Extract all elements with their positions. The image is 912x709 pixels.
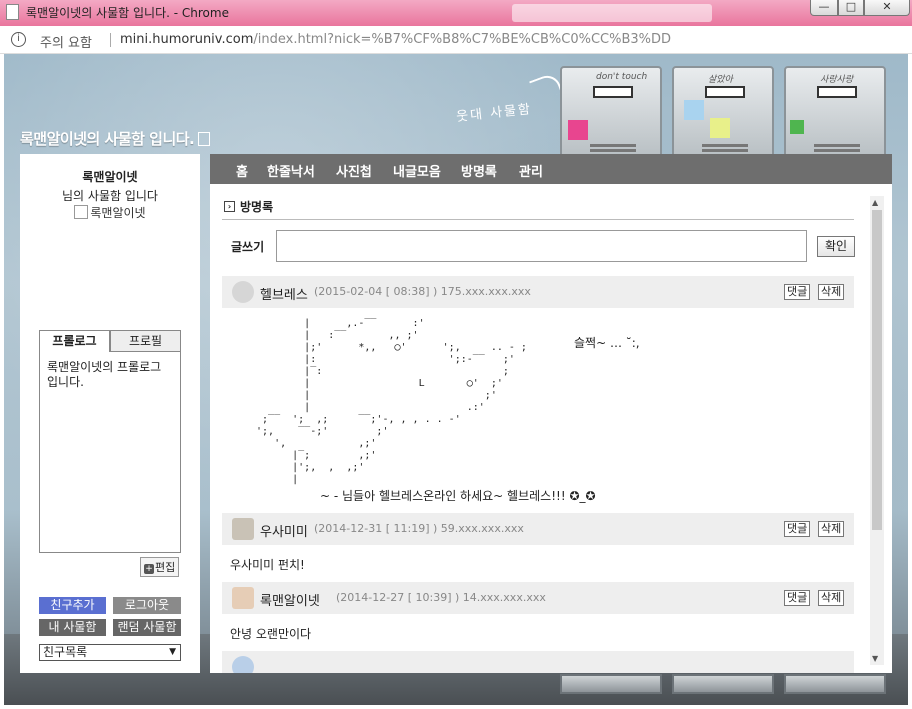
titlebar-highlight [512,4,712,22]
sticker-icon [568,120,588,140]
tab-profile[interactable]: 프로필 [110,330,181,352]
locker-slot [593,86,633,98]
user-avatar-icon [232,587,254,609]
entry-header: 헬브레스 (2015-02-04 [ 08:38] ) 175.xxx.xxx.… [222,276,854,308]
reply-button[interactable]: 댓글 [784,590,811,606]
locker-scribble: 사랑사랑 [820,75,854,85]
locker-scribble: 살았아 [708,75,733,85]
entry-header: 우사미미 (2014-12-31 [ 11:19] ) 59.xxx.xxx.x… [222,513,854,545]
locker-slot [705,86,745,98]
url-path: /index.html?nick=%B7%CF%B8%C7%BE%CB%C0%C… [253,32,672,47]
section-title-text: 방명록 [240,200,274,214]
entry-body: ~ - 님들아 헬브레스온라인 하세요~ 헬브레스!!! ✪_✪ [320,489,596,503]
profile-panel: 록맨알이넷 님의 사물함 입니다 록맨알이넷 프롤로그 프로필 록맨알이넷의 프… [20,154,200,673]
owner-name: 록맨알이넷 [82,170,138,184]
entry-author[interactable]: 록맨알이넷 [260,590,320,609]
locker-base [672,674,774,694]
entry-author[interactable]: 헬브레스 [260,284,308,303]
entry-header [222,651,854,673]
sticky-note-icon [710,118,730,138]
locker-1: don't touch [560,66,662,158]
nav-photo-album[interactable]: 사진첩 [336,161,372,180]
friend-list-select[interactable]: 친구목록 ▼ [39,644,181,661]
page-icon [6,4,19,20]
prologue-text: 록맨알이넷의 프롤로그 입니다. [39,352,181,553]
scroll-down-icon[interactable]: ▼ [872,654,878,663]
write-label: 글쓰기 [231,240,265,254]
nav-oneline[interactable]: 한줄낙서 [267,161,315,180]
plus-icon: + [144,564,154,574]
locker-base [560,674,662,694]
entry-author[interactable]: 우사미미 [260,521,308,540]
nav-guestbook[interactable]: 방명록 [461,161,497,180]
ascii-art: | ,.-‾‾ :' | :‾‾ ,, ;' |;' *,, ◯' ';, ..… [256,318,527,485]
entry-meta: (2014-12-31 [ 11:19] ) 59.xxx.xxx.xxx [314,522,524,535]
address-bar[interactable]: i 주의 요함 mini.humoruniv.com/index.html?ni… [0,26,912,54]
scroll-up-icon[interactable]: ▲ [872,198,878,207]
nav-home[interactable]: 홈 [236,161,248,180]
entry-body: 우사미미 펀치! [230,558,305,572]
entry-body-right: 슬쩍~ … ˘:, [574,336,640,350]
nav-manage[interactable]: 관리 [519,161,543,180]
bullet-icon: › [224,201,235,212]
reply-button[interactable]: 댓글 [784,521,811,537]
main-panel: 홈 한줄낙서 사진첩 내글모음 방명록 관리 › 방명록 글쓰기 확인 헬브레스 … [210,154,892,673]
url-host: mini.humoruniv.com [120,32,254,47]
url-text[interactable]: mini.humoruniv.com/index.html?nick=%B7%C… [120,32,671,47]
scrollbar[interactable]: ▲ ▼ [870,196,884,665]
nav-bar: 홈 한줄낙서 사진첩 내글모음 방명록 관리 [210,154,892,184]
friend-list-value: 친구목록 [43,645,88,659]
maximize-button[interactable]: □ [838,0,864,16]
close-button[interactable]: ✕ [864,0,910,16]
entry-header: 록맨알이넷 (2014-12-27 [ 10:39] ) 14.xxx.xxx.… [222,582,854,614]
logout-button[interactable]: 로그아웃 [113,597,181,614]
user-avatar-icon [232,656,254,673]
edit-label: 편집 [155,561,176,574]
user-avatar-icon [232,281,254,303]
minimize-button[interactable]: — [810,0,838,16]
sticky-note-icon [684,100,704,120]
divider [110,33,111,47]
site-title-text: 록맨알이넷의 사물함 입니다. [20,130,195,148]
window-titlebar: 록맨알이넷의 사물함 입니다. - Chrome — □ ✕ [0,0,912,26]
sticker-icon [790,120,804,134]
chevron-down-icon: ▼ [169,647,176,657]
locker-base [784,674,886,694]
entry-meta: (2014-12-27 [ 10:39] ) 14.xxx.xxx.xxx [336,591,546,604]
owner-subtitle: 님의 사물함 입니다 [62,189,158,203]
locker-scribble: don't touch [596,72,648,82]
locker-slot [817,86,857,98]
edit-button[interactable]: + 편집 [140,557,180,577]
avatar: 록맨알이넷 [20,204,200,221]
add-friend-button[interactable]: 친구추가 [39,597,106,614]
my-locker-button[interactable]: 내 사물함 [39,619,106,636]
locker-2: 살았아 [672,66,774,158]
locker-vent [702,149,748,152]
tab-prologue[interactable]: 프롤로그 [39,330,110,352]
window-title: 록맨알이넷의 사물함 입니다. - Chrome [26,6,229,20]
delete-button[interactable]: 삭제 [818,284,845,300]
reply-button[interactable]: 댓글 [784,284,811,300]
entry-meta: (2015-02-04 [ 08:38] ) 175.xxx.xxx.xxx [314,285,531,298]
page-background: 웃대 사물함 don't touch 살았아 사랑사랑 록맨알이넷의 사물함 입… [4,54,908,705]
delete-button[interactable]: 삭제 [818,521,845,537]
site-title: 록맨알이넷의 사물함 입니다. [20,128,211,149]
badge-icon [198,132,211,146]
locker-vent [814,149,860,152]
security-warning[interactable]: 주의 요함 [40,32,92,51]
locker-3: 사랑사랑 [784,66,886,158]
guestbook-input[interactable] [276,230,807,262]
scrollbar-thumb[interactable] [872,210,882,530]
user-avatar-icon [232,518,254,540]
random-locker-button[interactable]: 랜덤 사물함 [113,619,181,636]
info-icon[interactable]: i [11,32,26,47]
section-title: › 방명록 [222,198,854,220]
nav-my-posts[interactable]: 내글모음 [393,161,441,180]
locker-vent [590,149,636,152]
profile-tabs: 프롤로그 프로필 [39,330,181,352]
confirm-button[interactable]: 확인 [817,236,855,257]
delete-button[interactable]: 삭제 [818,590,845,606]
entry-body: 안녕 오랜만이다 [230,627,312,641]
